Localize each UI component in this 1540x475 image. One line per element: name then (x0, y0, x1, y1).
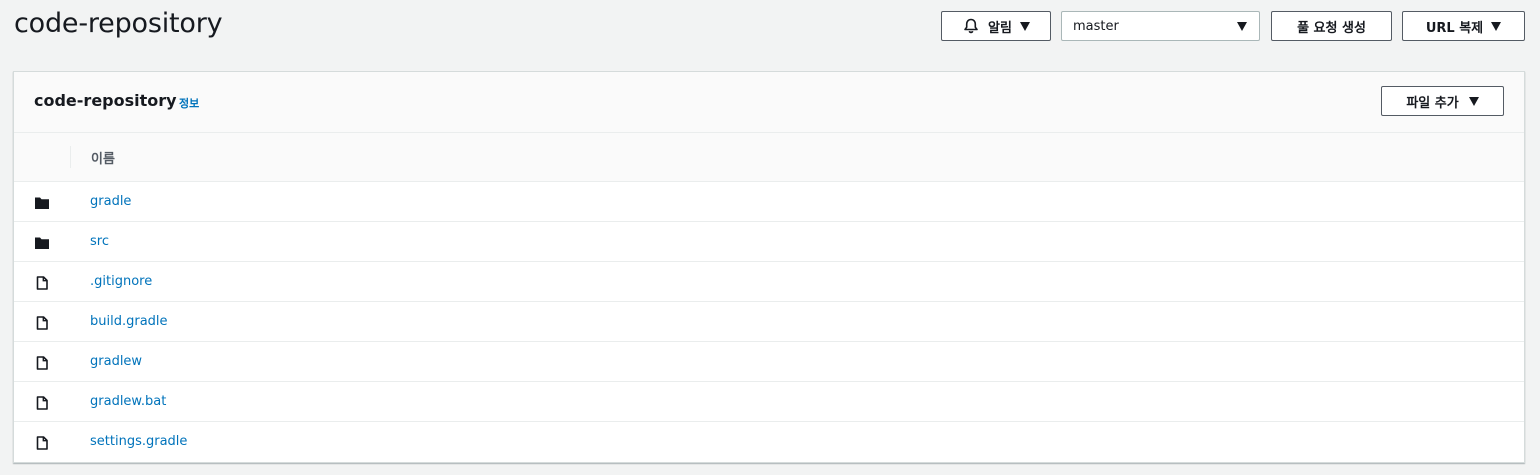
table-row: gradlew.bat (14, 382, 1524, 422)
file-icon (35, 435, 49, 450)
file-icon (35, 275, 49, 290)
folder-icon (35, 195, 49, 209)
file-link[interactable]: .gitignore (90, 274, 152, 289)
table-row: .gitignore (14, 262, 1524, 302)
file-link[interactable]: build.gradle (90, 314, 168, 329)
table-row: gradlew (14, 342, 1524, 382)
page-title: code-repository (14, 8, 223, 39)
caret-down-icon (1019, 21, 1030, 31)
column-divider (70, 146, 71, 168)
add-file-button[interactable]: 파일 추가 (1381, 86, 1504, 116)
file-link[interactable]: gradlew (90, 354, 142, 369)
table-row: gradle (14, 182, 1524, 222)
notify-label: 알림 (988, 20, 1012, 36)
caret-down-icon (1468, 96, 1479, 106)
file-icon (35, 395, 49, 410)
bell-icon (962, 17, 980, 35)
panel-header: code-repository 정보 파일 추가 (14, 72, 1524, 133)
create-pull-request-button[interactable]: 풀 요청 생성 (1271, 11, 1392, 41)
notify-button[interactable]: 알림 (941, 11, 1051, 41)
column-header-name[interactable]: 이름 (91, 148, 115, 167)
file-link[interactable]: settings.gradle (90, 434, 187, 449)
file-icon (35, 315, 49, 330)
file-icon (35, 355, 49, 370)
file-link[interactable]: gradlew.bat (90, 394, 166, 409)
file-link[interactable]: src (90, 234, 109, 249)
table-header: 이름 (14, 133, 1524, 182)
clone-url-button[interactable]: URL 복제 (1402, 11, 1525, 41)
table-row: build.gradle (14, 302, 1524, 342)
create-pull-request-label: 풀 요청 생성 (1297, 20, 1366, 36)
table-row: settings.gradle (14, 422, 1524, 462)
add-file-label: 파일 추가 (1406, 95, 1459, 111)
repository-panel: code-repository 정보 파일 추가 이름 gradle src .gi… (13, 71, 1525, 463)
info-link[interactable]: 정보 (179, 95, 199, 111)
caret-down-icon (1491, 21, 1502, 31)
folder-icon (35, 235, 49, 249)
page-header: code-repository 알림 master 풀 요청 생성 URL 복제 (0, 0, 1540, 56)
file-list: gradle src .gitignore build.gradle gradlew gr… (14, 182, 1524, 462)
branch-select[interactable]: master (1061, 11, 1260, 41)
clone-url-label: URL 복제 (1425, 20, 1484, 36)
table-row: src (14, 222, 1524, 262)
branch-value: master (1073, 18, 1119, 34)
caret-down-icon (1237, 21, 1247, 31)
panel-title: code-repository (34, 91, 177, 110)
file-link[interactable]: gradle (90, 194, 131, 209)
